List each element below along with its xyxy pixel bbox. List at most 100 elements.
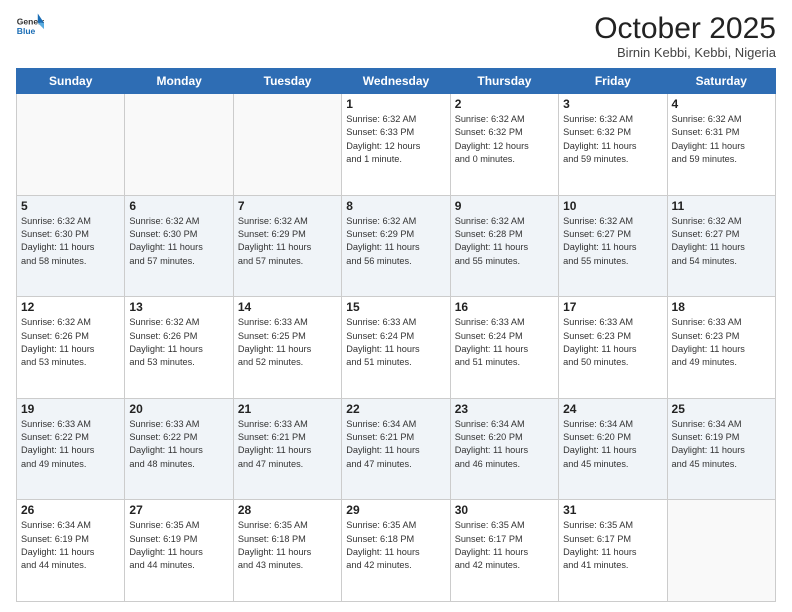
calendar-cell: 29 Sunrise: 6:35 AM Sunset: 6:18 PM Dayli… [342,500,450,602]
day-info: Sunrise: 6:32 AM Sunset: 6:27 PM Dayligh… [672,215,771,268]
header: General Blue October 2025 Birnin Kebbi, … [16,12,776,60]
day-info: Sunrise: 6:34 AM Sunset: 6:19 PM Dayligh… [672,418,771,471]
day-info: Sunrise: 6:33 AM Sunset: 6:23 PM Dayligh… [563,316,662,369]
day-info: Sunrise: 6:35 AM Sunset: 6:17 PM Dayligh… [455,519,554,572]
day-info: Sunrise: 6:32 AM Sunset: 6:32 PM Dayligh… [455,113,554,166]
calendar-cell: 14 Sunrise: 6:33 AM Sunset: 6:25 PM Dayli… [233,297,341,399]
calendar-cell: 13 Sunrise: 6:32 AM Sunset: 6:26 PM Dayli… [125,297,233,399]
day-info: Sunrise: 6:35 AM Sunset: 6:19 PM Dayligh… [129,519,228,572]
day-number: 11 [672,199,771,213]
day-number: 20 [129,402,228,416]
day-number: 29 [346,503,445,517]
day-info: Sunrise: 6:33 AM Sunset: 6:23 PM Dayligh… [672,316,771,369]
day-number: 15 [346,300,445,314]
calendar-cell: 18 Sunrise: 6:33 AM Sunset: 6:23 PM Dayli… [667,297,775,399]
day-number: 2 [455,97,554,111]
col-header-wednesday: Wednesday [342,69,450,94]
day-number: 13 [129,300,228,314]
day-info: Sunrise: 6:35 AM Sunset: 6:17 PM Dayligh… [563,519,662,572]
day-info: Sunrise: 6:32 AM Sunset: 6:28 PM Dayligh… [455,215,554,268]
calendar-cell: 25 Sunrise: 6:34 AM Sunset: 6:19 PM Dayli… [667,398,775,500]
calendar-cell: 24 Sunrise: 6:34 AM Sunset: 6:20 PM Dayli… [559,398,667,500]
svg-text:Blue: Blue [17,26,36,36]
day-number: 26 [21,503,120,517]
calendar-week-row: 5Sunrise: 6:32 AM Sunset: 6:30 PM Daylig… [17,195,776,297]
calendar-cell: 31Sunrise: 6:35 AM Sunset: 6:17 PM Dayli… [559,500,667,602]
day-number: 17 [563,300,662,314]
calendar-cell: 23 Sunrise: 6:34 AM Sunset: 6:20 PM Dayli… [450,398,558,500]
calendar-cell: 11 Sunrise: 6:32 AM Sunset: 6:27 PM Dayli… [667,195,775,297]
calendar-cell: 15 Sunrise: 6:33 AM Sunset: 6:24 PM Dayli… [342,297,450,399]
day-info: Sunrise: 6:34 AM Sunset: 6:19 PM Dayligh… [21,519,120,572]
calendar-cell: 19Sunrise: 6:33 AM Sunset: 6:22 PM Dayli… [17,398,125,500]
day-info: Sunrise: 6:32 AM Sunset: 6:32 PM Dayligh… [563,113,662,166]
day-info: Sunrise: 6:33 AM Sunset: 6:21 PM Dayligh… [238,418,337,471]
calendar-cell [667,500,775,602]
calendar-cell: 12Sunrise: 6:32 AM Sunset: 6:26 PM Dayli… [17,297,125,399]
calendar-cell: 8 Sunrise: 6:32 AM Sunset: 6:29 PM Daylig… [342,195,450,297]
col-header-friday: Friday [559,69,667,94]
day-number: 21 [238,402,337,416]
calendar-week-row: 12Sunrise: 6:32 AM Sunset: 6:26 PM Dayli… [17,297,776,399]
day-info: Sunrise: 6:32 AM Sunset: 6:33 PM Dayligh… [346,113,445,166]
calendar-cell: 22 Sunrise: 6:34 AM Sunset: 6:21 PM Dayli… [342,398,450,500]
day-number: 3 [563,97,662,111]
day-info: Sunrise: 6:33 AM Sunset: 6:24 PM Dayligh… [346,316,445,369]
calendar-cell: 6Sunrise: 6:32 AM Sunset: 6:30 PM Daylig… [125,195,233,297]
calendar-cell: 4Sunrise: 6:32 AM Sunset: 6:31 PM Daylig… [667,94,775,196]
calendar-cell: 30 Sunrise: 6:35 AM Sunset: 6:17 PM Dayli… [450,500,558,602]
day-info: Sunrise: 6:33 AM Sunset: 6:24 PM Dayligh… [455,316,554,369]
day-info: Sunrise: 6:34 AM Sunset: 6:20 PM Dayligh… [455,418,554,471]
day-info: Sunrise: 6:32 AM Sunset: 6:26 PM Dayligh… [129,316,228,369]
col-header-monday: Monday [125,69,233,94]
calendar-cell: 16 Sunrise: 6:33 AM Sunset: 6:24 PM Dayli… [450,297,558,399]
calendar-cell: 1Sunrise: 6:32 AM Sunset: 6:33 PM Daylig… [342,94,450,196]
day-info: Sunrise: 6:33 AM Sunset: 6:25 PM Dayligh… [238,316,337,369]
day-info: Sunrise: 6:32 AM Sunset: 6:29 PM Dayligh… [238,215,337,268]
day-number: 18 [672,300,771,314]
calendar-cell: 2 Sunrise: 6:32 AM Sunset: 6:32 PM Daylig… [450,94,558,196]
day-number: 16 [455,300,554,314]
calendar-table: SundayMondayTuesdayWednesdayThursdayFrid… [16,68,776,602]
day-info: Sunrise: 6:35 AM Sunset: 6:18 PM Dayligh… [346,519,445,572]
month-title: October 2025 [594,12,776,45]
calendar-week-row: 1Sunrise: 6:32 AM Sunset: 6:33 PM Daylig… [17,94,776,196]
day-number: 14 [238,300,337,314]
calendar-cell: 20 Sunrise: 6:33 AM Sunset: 6:22 PM Dayli… [125,398,233,500]
day-number: 28 [238,503,337,517]
calendar-cell: 21 Sunrise: 6:33 AM Sunset: 6:21 PM Dayli… [233,398,341,500]
day-info: Sunrise: 6:32 AM Sunset: 6:27 PM Dayligh… [563,215,662,268]
title-block: October 2025 Birnin Kebbi, Kebbi, Nigeri… [594,12,776,60]
calendar-cell: 10 Sunrise: 6:32 AM Sunset: 6:27 PM Dayli… [559,195,667,297]
logo-icon: General Blue [16,12,44,40]
day-number: 24 [563,402,662,416]
day-number: 5 [21,199,120,213]
day-info: Sunrise: 6:32 AM Sunset: 6:31 PM Dayligh… [672,113,771,166]
day-number: 27 [129,503,228,517]
day-number: 8 [346,199,445,213]
day-info: Sunrise: 6:33 AM Sunset: 6:22 PM Dayligh… [129,418,228,471]
col-header-sunday: Sunday [17,69,125,94]
col-header-thursday: Thursday [450,69,558,94]
page: General Blue October 2025 Birnin Kebbi, … [0,0,792,612]
calendar-cell [17,94,125,196]
calendar-week-row: 19Sunrise: 6:33 AM Sunset: 6:22 PM Dayli… [17,398,776,500]
day-info: Sunrise: 6:34 AM Sunset: 6:20 PM Dayligh… [563,418,662,471]
col-header-saturday: Saturday [667,69,775,94]
calendar-header-row: SundayMondayTuesdayWednesdayThursdayFrid… [17,69,776,94]
day-number: 10 [563,199,662,213]
calendar-cell: 7Sunrise: 6:32 AM Sunset: 6:29 PM Daylig… [233,195,341,297]
day-number: 25 [672,402,771,416]
day-number: 6 [129,199,228,213]
day-number: 23 [455,402,554,416]
day-info: Sunrise: 6:32 AM Sunset: 6:26 PM Dayligh… [21,316,120,369]
calendar-cell: 9Sunrise: 6:32 AM Sunset: 6:28 PM Daylig… [450,195,558,297]
day-info: Sunrise: 6:33 AM Sunset: 6:22 PM Dayligh… [21,418,120,471]
day-number: 22 [346,402,445,416]
day-info: Sunrise: 6:34 AM Sunset: 6:21 PM Dayligh… [346,418,445,471]
calendar-cell: 17 Sunrise: 6:33 AM Sunset: 6:23 PM Dayli… [559,297,667,399]
calendar-cell: 27 Sunrise: 6:35 AM Sunset: 6:19 PM Dayli… [125,500,233,602]
day-number: 30 [455,503,554,517]
day-info: Sunrise: 6:32 AM Sunset: 6:29 PM Dayligh… [346,215,445,268]
logo: General Blue [16,12,44,40]
